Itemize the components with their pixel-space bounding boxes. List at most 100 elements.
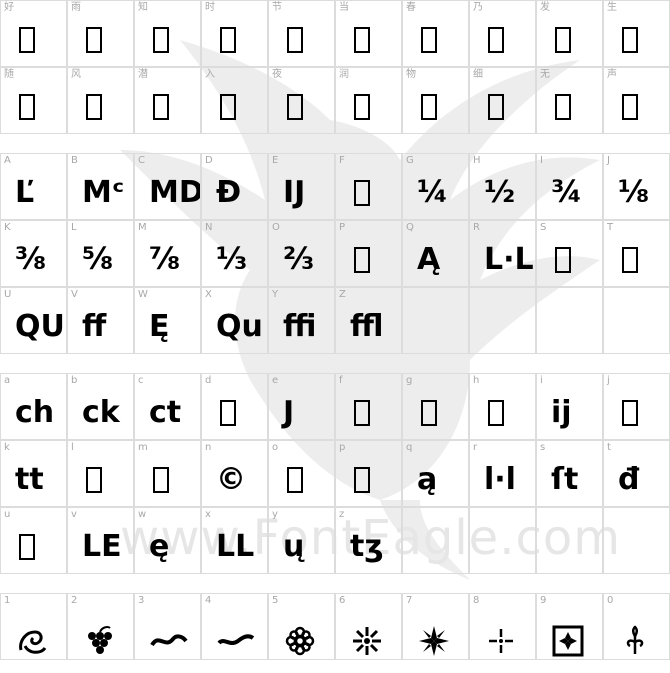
glyph-key-label: n	[205, 442, 212, 453]
glyph-cell: 3	[134, 593, 201, 660]
glyph-key-label: p	[339, 442, 346, 453]
glyph-key-label: 无	[540, 69, 550, 80]
glyph-cell: 6	[335, 593, 402, 660]
glyph-cell: M⅞	[134, 220, 201, 287]
glyph-cell: 夜	[268, 67, 335, 134]
glyph-cell: c ct	[134, 373, 201, 440]
glyph-cell: 4	[201, 593, 268, 660]
glyph-cell: o	[268, 440, 335, 507]
glyph-key-label: b	[71, 375, 78, 386]
glyph-key-label: 夜	[272, 69, 282, 80]
glyph-key-label: i	[540, 375, 543, 386]
glyph-key-label: 7	[406, 595, 413, 606]
glyph-key-label: c	[138, 375, 144, 386]
glyph-cell: x LL	[201, 507, 268, 574]
glyph-cell: O⅔	[268, 220, 335, 287]
glyph-sample: Đ	[216, 175, 242, 210]
missing-glyph-box-icon	[153, 93, 169, 120]
glyph-key-label: 8	[473, 595, 480, 606]
glyph-cell: 5	[268, 593, 335, 660]
glyph-sample: LE	[82, 529, 122, 564]
glyph-key-label: 雨	[71, 2, 81, 13]
glyph-key-label: d	[205, 375, 212, 386]
missing-glyph-box-icon	[421, 93, 437, 120]
glyph-cell: p	[335, 440, 402, 507]
glyph-sample: ⅔	[283, 242, 315, 277]
glyph-key-label: H	[473, 155, 481, 166]
glyph-cell: T	[603, 220, 670, 287]
glyph-key-label: 润	[339, 69, 349, 80]
glyph-key-label: 随	[4, 69, 14, 80]
glyph-sample: Ľ	[15, 175, 35, 210]
glyph-cell	[536, 507, 603, 574]
glyph-cell: 7	[402, 593, 469, 660]
missing-glyph-box-icon	[153, 26, 169, 53]
glyph-key-label: m	[138, 442, 148, 453]
glyph-cell: 8	[469, 593, 536, 660]
glyph-cell: 生	[603, 0, 670, 67]
glyph-cell: 乃	[469, 0, 536, 67]
glyph-sample: l·l	[484, 462, 516, 497]
glyph-sample: ij	[551, 395, 572, 430]
glyph-cell: R L·L	[469, 220, 536, 287]
glyph-sample: ©	[216, 462, 246, 497]
missing-glyph-box-icon	[354, 26, 370, 53]
compass-star-icon	[419, 625, 449, 656]
glyph-cell: qą	[402, 440, 469, 507]
glyph-cell: 当	[335, 0, 402, 67]
missing-glyph-box-icon	[153, 466, 169, 493]
glyph-cell: J⅛	[603, 153, 670, 220]
glyph-sample: IJ	[283, 175, 306, 210]
glyph-cell: g	[402, 373, 469, 440]
glyph-key-label: 发	[540, 2, 550, 13]
grapes-icon	[88, 625, 112, 654]
glyph-key-label: 0	[607, 595, 614, 606]
glyph-key-label: C	[138, 155, 145, 166]
glyph-cell: 物	[402, 67, 469, 134]
glyph-cell: 无	[536, 67, 603, 134]
sprig-icon	[626, 624, 644, 654]
glyph-key-label: T	[607, 222, 614, 233]
missing-glyph-box-icon	[86, 466, 102, 493]
glyph-key-label: 1	[4, 595, 11, 606]
wave-swash-alt-icon	[217, 633, 255, 645]
glyph-sample: Ą	[417, 242, 441, 277]
glyph-key-label: x	[205, 509, 211, 520]
missing-glyph-box-icon	[220, 93, 236, 120]
glyph-key-label: y	[272, 509, 278, 520]
missing-glyph-box-icon	[488, 399, 504, 426]
glyph-cell: 春	[402, 0, 469, 67]
glyph-key-label: Y	[272, 289, 279, 300]
glyph-cell	[603, 507, 670, 574]
glyph-cell: 知	[134, 0, 201, 67]
missing-glyph-box-icon	[19, 533, 35, 560]
glyph-cell: H½	[469, 153, 536, 220]
glyph-key-label: u	[4, 509, 11, 520]
glyph-cell: 发	[536, 0, 603, 67]
glyph-key-label: q	[406, 442, 413, 453]
glyph-cell: m	[134, 440, 201, 507]
glyph-sample: ½	[484, 175, 516, 210]
glyph-key-label: 风	[71, 69, 81, 80]
glyph-key-label: E	[272, 155, 279, 166]
glyph-sample: ų	[283, 529, 305, 564]
glyph-key-label: 节	[272, 2, 282, 13]
glyph-key-label: l	[71, 442, 74, 453]
glyph-cell	[469, 287, 536, 354]
glyph-key-label: k	[4, 442, 10, 453]
glyph-key-label: o	[272, 442, 279, 453]
missing-glyph-box-icon	[86, 93, 102, 120]
glyph-sample: L·L	[484, 242, 534, 277]
glyph-key-label: 好	[4, 2, 14, 13]
glyph-cell: E IJ	[268, 153, 335, 220]
glyph-cell: 0	[603, 593, 670, 660]
missing-glyph-box-icon	[622, 399, 638, 426]
glyph-cell: f	[335, 373, 402, 440]
glyph-cell	[469, 507, 536, 574]
glyph-key-label: F	[339, 155, 345, 166]
glyph-key-label: D	[205, 155, 213, 166]
glyph-cell: L⅝	[67, 220, 134, 287]
missing-glyph-box-icon	[622, 93, 638, 120]
glyph-cell: N⅓	[201, 220, 268, 287]
framed-ornament-icon	[552, 625, 584, 656]
